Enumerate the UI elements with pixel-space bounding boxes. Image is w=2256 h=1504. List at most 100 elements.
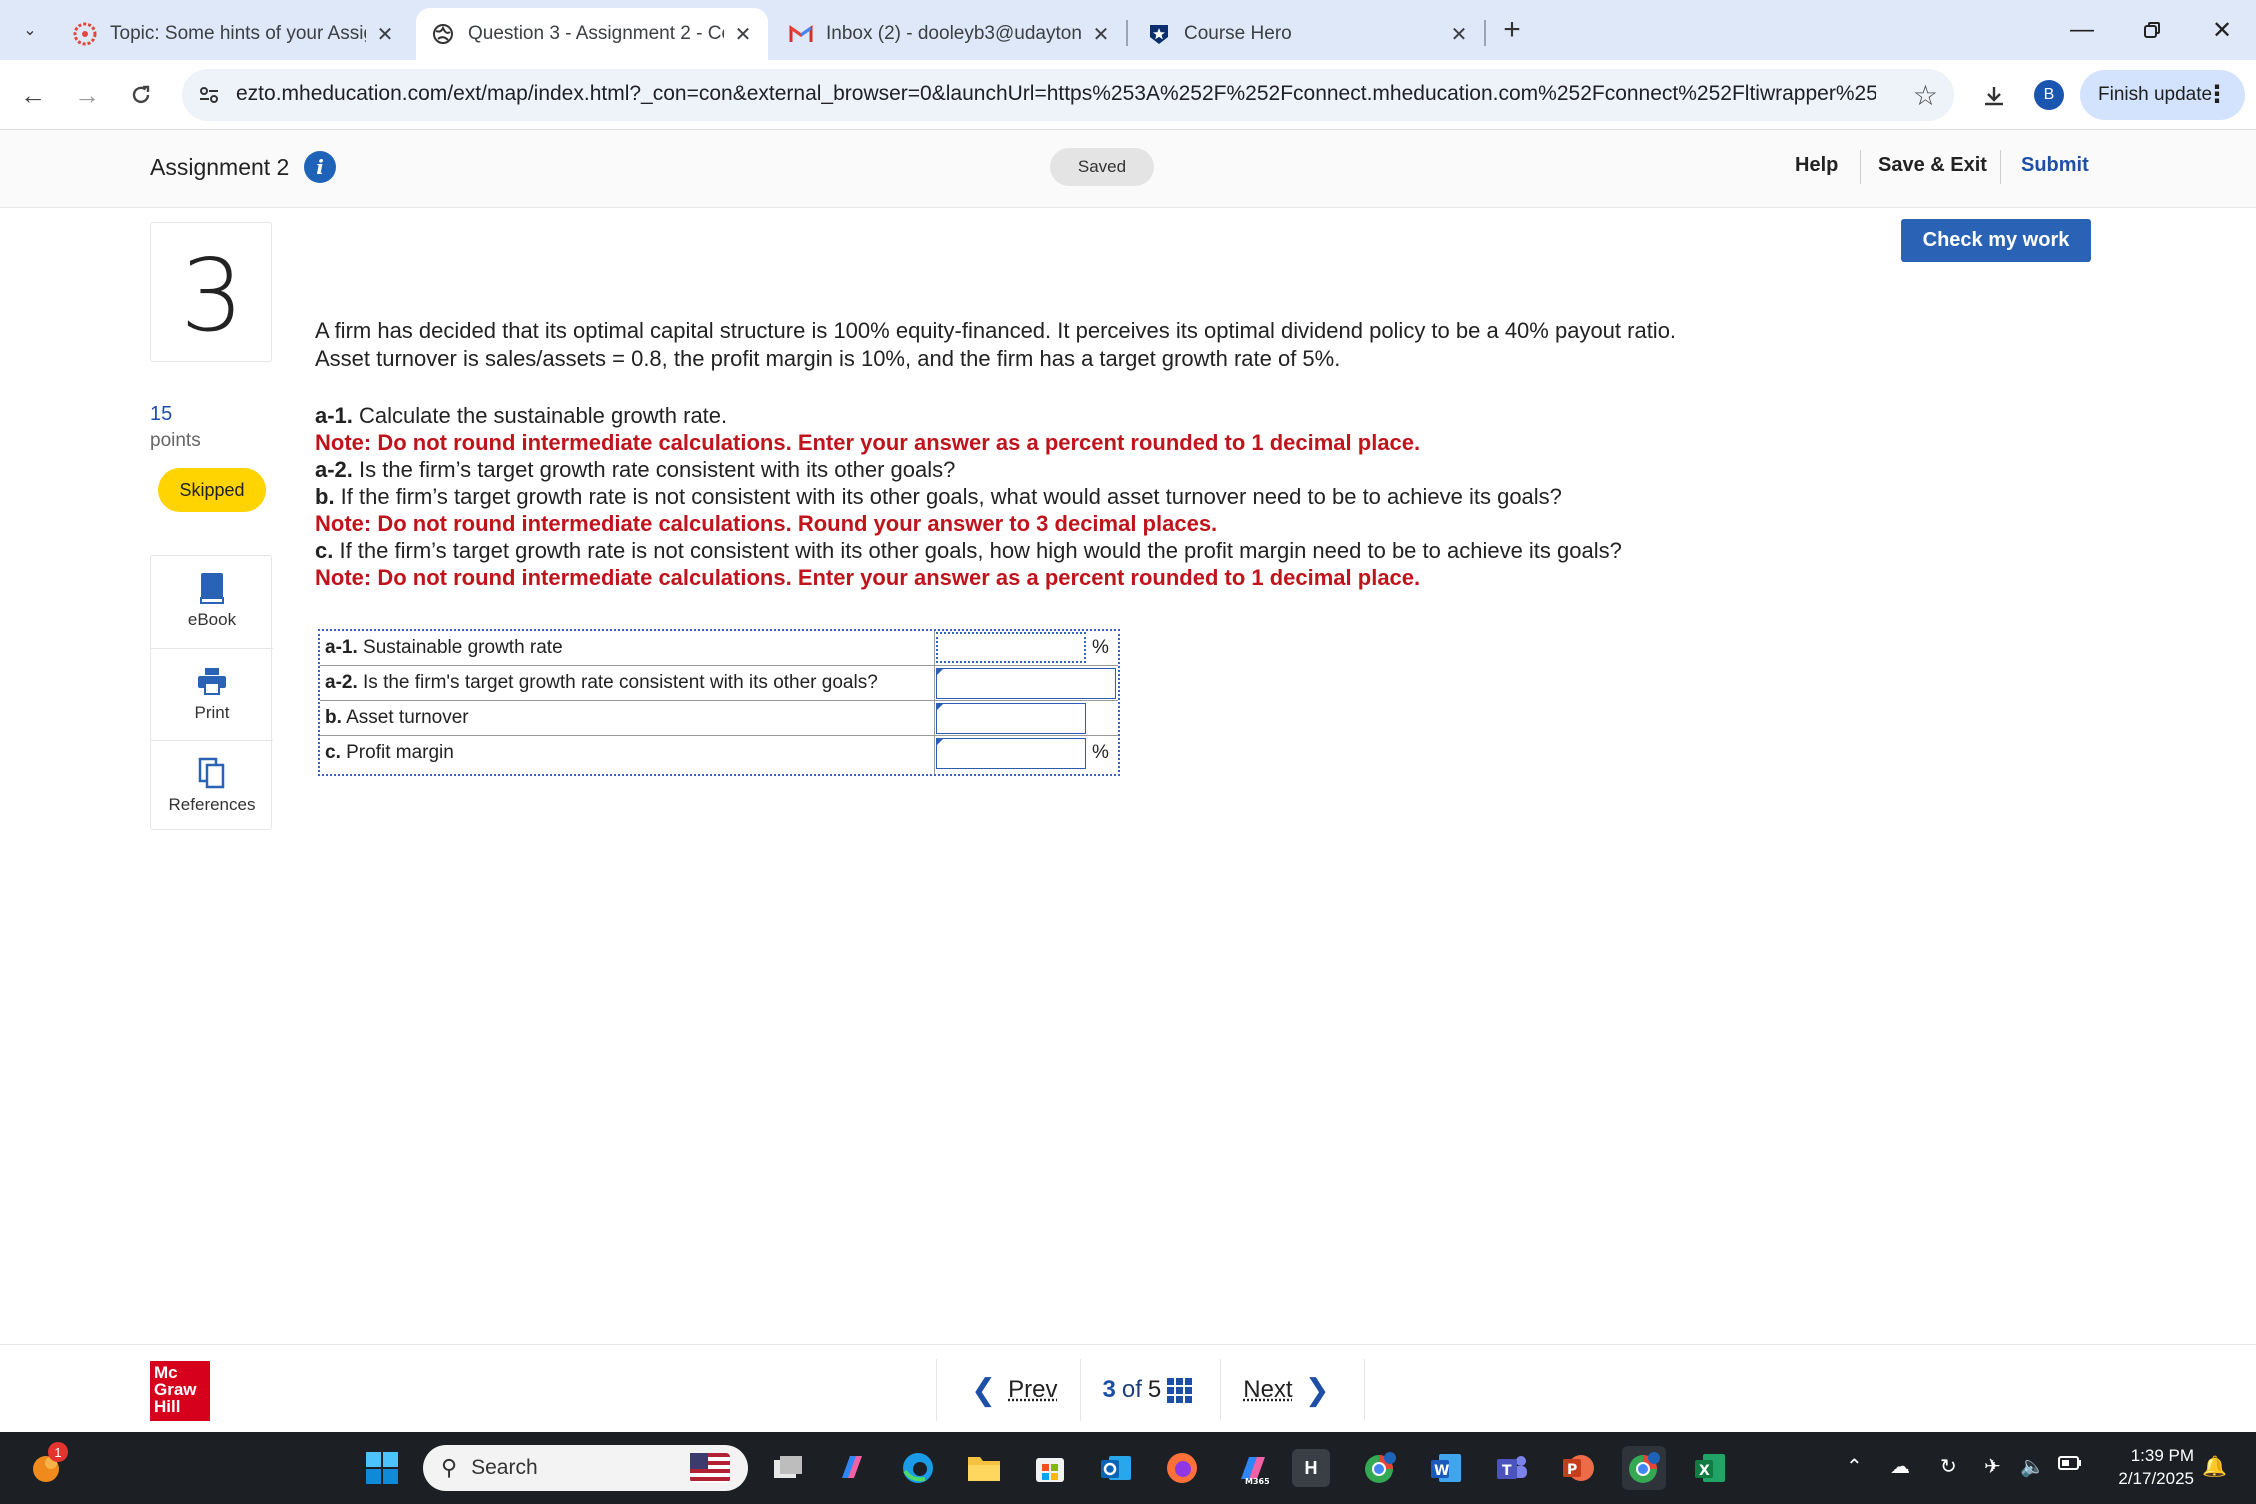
teams-icon[interactable]: T xyxy=(1490,1446,1534,1490)
canvas-icon xyxy=(72,21,98,47)
download-icon[interactable] xyxy=(1974,76,2014,116)
print-button[interactable]: Print xyxy=(151,648,273,738)
browser-toolbar: ← → ezto.mheducation.com/ext/map/index.h… xyxy=(0,60,2256,130)
h-app-icon[interactable]: H xyxy=(1292,1449,1330,1487)
site-settings-icon[interactable] xyxy=(196,82,222,108)
consistency-dropdown[interactable] xyxy=(936,668,1116,699)
minimize-icon[interactable]: — xyxy=(2054,8,2110,52)
status-badge: Skipped xyxy=(158,468,266,512)
flag-icon xyxy=(690,1453,730,1483)
part-a1: a-1. Calculate the sustainable growth ra… xyxy=(315,403,728,428)
part-b-note: Note: Do not round intermediate calculat… xyxy=(315,511,1218,536)
gmail-icon xyxy=(788,21,814,47)
part-b: b. If the firm’s target growth rate is n… xyxy=(315,484,1562,509)
prev-button[interactable]: ❮ Prev xyxy=(936,1359,1080,1421)
help-link[interactable]: Help xyxy=(1795,154,1838,177)
unit-label: % xyxy=(1092,742,1109,763)
microsoft-store-icon[interactable] xyxy=(1028,1446,1072,1490)
widget-notification-badge: 1 xyxy=(48,1442,68,1462)
browser-tab-bar: ⌄ Topic: Some hints of your Assig ✕ Ques… xyxy=(0,0,2256,60)
close-window-icon[interactable]: ✕ xyxy=(2194,8,2250,52)
svg-text:M365: M365 xyxy=(1245,1477,1269,1485)
firefox-icon[interactable] xyxy=(1160,1446,1204,1490)
restore-icon[interactable] xyxy=(2124,8,2180,52)
part-a2: a-2. Is the firm’s target growth rate co… xyxy=(315,457,956,482)
chrome-profile-icon[interactable] xyxy=(1358,1446,1402,1490)
row-label: a-1. Sustainable growth rate xyxy=(325,637,563,658)
finish-update-button[interactable]: Finish update ⋮ xyxy=(2080,70,2245,120)
edge-icon[interactable] xyxy=(896,1446,940,1490)
notification-bell-icon[interactable]: 🔔 xyxy=(2202,1454,2227,1479)
search-icon: ⚲ xyxy=(441,1455,458,1480)
assignment-title: Assignment 2 xyxy=(150,154,290,180)
question-number-box: 3 xyxy=(150,222,272,362)
row-label: a-2. Is the firm's target growth rate co… xyxy=(325,672,878,693)
onedrive-icon[interactable]: ☁ xyxy=(1890,1454,1910,1479)
svg-text:X: X xyxy=(1699,1463,1710,1479)
close-icon[interactable]: ✕ xyxy=(374,22,396,47)
tab-canvas-topic[interactable]: Topic: Some hints of your Assig ✕ xyxy=(58,8,410,60)
submit-link[interactable]: Submit xyxy=(2021,154,2089,177)
close-icon[interactable]: ✕ xyxy=(1448,22,1470,47)
tab-course-hero[interactable]: Course Hero ✕ xyxy=(1132,8,1484,60)
printer-icon xyxy=(197,665,227,697)
powerpoint-icon[interactable]: P xyxy=(1556,1446,1600,1490)
assignment-footer: Mc Graw Hill ❮ Prev 3 of 5 Next ❯ xyxy=(0,1344,2256,1432)
profit-margin-input[interactable] xyxy=(936,738,1086,769)
ebook-button[interactable]: eBook xyxy=(151,556,273,646)
windows-start-icon[interactable] xyxy=(360,1446,404,1490)
copy-documents-icon xyxy=(197,757,227,789)
microsoft-365-icon[interactable]: M365 xyxy=(1230,1446,1274,1490)
excel-icon[interactable]: X xyxy=(1688,1446,1732,1490)
forward-arrow-icon[interactable]: → xyxy=(68,76,106,114)
sustainable-growth-input[interactable] xyxy=(936,632,1086,663)
tab-question-3[interactable]: Question 3 - Assignment 2 - Co ✕ xyxy=(416,8,768,60)
grid-icon[interactable] xyxy=(1167,1377,1193,1403)
question-parts: a-1. Calculate the sustainable growth ra… xyxy=(315,402,1775,591)
close-icon[interactable]: ✕ xyxy=(1090,22,1112,47)
asset-turnover-input[interactable] xyxy=(936,703,1086,734)
outlook-icon[interactable] xyxy=(1094,1446,1138,1490)
question-counter[interactable]: 3 of 5 xyxy=(1079,1359,1221,1421)
new-tab-icon[interactable]: + xyxy=(1494,12,1530,48)
volume-icon[interactable]: 🔈 xyxy=(2020,1454,2045,1479)
battery-icon[interactable] xyxy=(2058,1454,2082,1477)
points-value: 15 xyxy=(150,403,173,425)
word-icon[interactable]: W xyxy=(1424,1446,1468,1490)
references-button[interactable]: References xyxy=(151,740,273,830)
tab-search-dropdown-icon[interactable]: ⌄ xyxy=(12,12,48,48)
system-clock[interactable]: 1:39 PM 2/17/2025 xyxy=(2104,1444,2194,1490)
network-icon[interactable]: ✈ xyxy=(1984,1454,2001,1479)
svg-text:P: P xyxy=(1567,1462,1577,1478)
info-icon[interactable]: i xyxy=(304,151,336,183)
sync-icon[interactable]: ↻ xyxy=(1940,1454,1957,1479)
profile-avatar[interactable]: B xyxy=(2034,80,2064,110)
chevron-up-icon[interactable]: ⌃ xyxy=(1846,1454,1863,1479)
address-bar[interactable]: ezto.mheducation.com/ext/map/index.html?… xyxy=(182,69,1954,121)
coursehero-icon xyxy=(1146,21,1172,47)
tab-gmail-inbox[interactable]: Inbox (2) - dooleyb3@udayton. ✕ xyxy=(774,8,1126,60)
task-view-icon[interactable] xyxy=(766,1446,810,1490)
more-menu-icon[interactable]: ⋮ xyxy=(2205,80,2229,109)
next-button[interactable]: Next ❯ xyxy=(1220,1359,1365,1421)
file-explorer-icon[interactable] xyxy=(962,1446,1006,1490)
bookmark-star-icon[interactable]: ☆ xyxy=(1913,79,1938,112)
check-my-work-button[interactable]: Check my work xyxy=(1901,219,2091,262)
assignment-header: Assignment 2 i Saved Help Save & Exit Su… xyxy=(0,130,2256,208)
input-marker-icon xyxy=(937,704,943,710)
chrome-active-icon[interactable] xyxy=(1622,1446,1666,1490)
header-divider xyxy=(2000,150,2001,184)
table-row: a-1. Sustainable growth rate % xyxy=(320,631,1118,666)
save-exit-link[interactable]: Save & Exit xyxy=(1878,154,1987,177)
taskbar-search[interactable]: ⚲ Search xyxy=(423,1445,748,1491)
back-arrow-icon[interactable]: ← xyxy=(14,76,52,114)
table-row: c. Profit margin % xyxy=(320,736,1118,771)
tab-separator xyxy=(1484,20,1486,46)
answer-table: a-1. Sustainable growth rate % a-2. Is t… xyxy=(318,629,1120,776)
question-number: 3 xyxy=(180,237,244,354)
reload-icon[interactable] xyxy=(122,76,160,114)
close-icon[interactable]: ✕ xyxy=(732,22,754,47)
points-label: points xyxy=(150,430,201,451)
copilot-icon[interactable] xyxy=(830,1446,874,1490)
input-marker-icon xyxy=(937,739,943,745)
